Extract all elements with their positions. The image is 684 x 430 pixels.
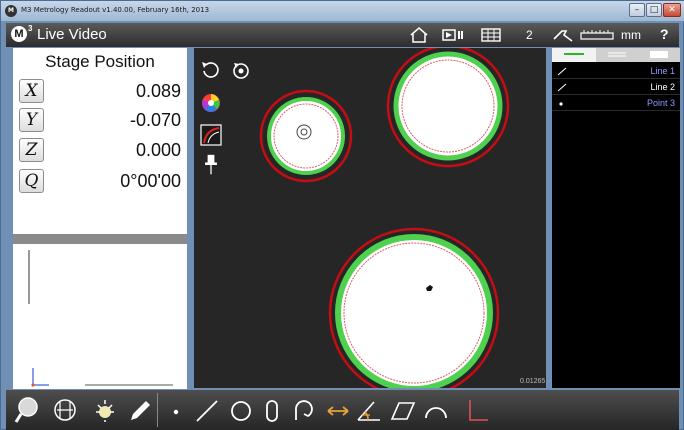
- part-view-preview[interactable]: [13, 244, 187, 389]
- axis-z-value: 0.000: [135, 140, 181, 160]
- feature-label: Line 1: [650, 66, 675, 76]
- stage-position-title: Stage Position: [45, 52, 155, 71]
- axis-x-button[interactable]: X: [19, 79, 44, 103]
- panel-splitter[interactable]: [13, 234, 187, 244]
- feature-label: Line 2: [650, 82, 675, 92]
- origin-tool-icon[interactable]: [464, 396, 490, 424]
- point-tool-icon[interactable]: [169, 396, 183, 424]
- axis-x-value: 0.089: [135, 81, 181, 101]
- magnifier-icon[interactable]: [14, 396, 40, 424]
- light-icon[interactable]: [92, 396, 118, 424]
- point-icon: [559, 102, 563, 106]
- axis-q-value: 0°00'00: [120, 171, 181, 191]
- page-title: Live Video: [37, 26, 107, 43]
- video-image[interactable]: 0.01265: [194, 44, 546, 399]
- arc-tool-icon[interactable]: [423, 396, 449, 424]
- home-icon[interactable]: [409, 27, 429, 43]
- slot-tool-icon[interactable]: [259, 396, 285, 424]
- axis-y-value: -0.070: [129, 110, 181, 130]
- axis-z-button[interactable]: Z: [19, 138, 44, 162]
- window-title: M3 Metrology Readout v1.40.00, February …: [21, 6, 210, 14]
- scale-label: 0.01265: [520, 378, 545, 385]
- arc-contour-icon[interactable]: [290, 396, 316, 424]
- feature-list-panel: Line 1 Line 2 Point 3: [552, 48, 680, 388]
- axis-q-button[interactable]: Q: [19, 169, 44, 193]
- angle-tool-icon[interactable]: [356, 396, 382, 424]
- close-button[interactable]: ✕: [663, 3, 681, 17]
- probe-icon[interactable]: [552, 27, 574, 43]
- help-button[interactable]: ?: [660, 26, 669, 42]
- list-tab[interactable]: [596, 48, 638, 62]
- app-window: M M3 Metrology Readout v1.40.00, Februar…: [0, 0, 684, 430]
- feature-list-tabs: [552, 48, 680, 62]
- parallelogram-tool-icon[interactable]: [390, 396, 416, 424]
- pencil-icon[interactable]: [127, 396, 153, 424]
- minimize-button[interactable]: –: [629, 3, 645, 17]
- axis-row-x: X 0.089: [19, 79, 185, 103]
- hole-3: [335, 234, 493, 392]
- color-wheel-icon[interactable]: [200, 92, 222, 114]
- window-titlebar[interactable]: M M3 Metrology Readout v1.40.00, Februar…: [1, 1, 684, 21]
- line-icon: [557, 67, 567, 76]
- hole-1: [267, 97, 345, 175]
- line-icon: [557, 83, 567, 92]
- ruler-icon[interactable]: [580, 27, 614, 43]
- hole-2: [393, 51, 503, 161]
- pin-icon[interactable]: [200, 154, 222, 176]
- app-toolbar: M 3 Live Video 2 mm ?: [6, 23, 679, 47]
- crosshair-icon[interactable]: [52, 396, 78, 424]
- measure-toolbar: [6, 390, 679, 430]
- table-icon[interactable]: [480, 27, 502, 43]
- toolbar-divider: [157, 393, 158, 427]
- edge-detect-icon[interactable]: [200, 124, 222, 146]
- units-label[interactable]: mm: [621, 28, 641, 42]
- rotate-left-icon[interactable]: [200, 59, 222, 81]
- feature-item-line-1[interactable]: Line 1: [552, 64, 680, 79]
- feature-count: 2: [526, 28, 533, 42]
- circle-tool-icon[interactable]: [228, 396, 254, 424]
- preview-origin: [31, 383, 35, 387]
- feature-item-line-2[interactable]: Line 2: [552, 80, 680, 95]
- feature-label: Point 3: [646, 98, 675, 108]
- app-icon: M: [5, 5, 17, 17]
- axis-row-z: Z 0.000: [19, 138, 185, 162]
- video-icon[interactable]: [442, 27, 464, 43]
- rotate-reset-icon[interactable]: [230, 59, 252, 81]
- axis-row-y: Y -0.070: [19, 108, 185, 132]
- m3-logo-superscript: 3: [28, 24, 33, 33]
- axis-row-q: Q 0°00'00: [19, 169, 185, 193]
- m3-logo: M: [11, 26, 27, 42]
- stage-position-panel: Stage Position X 0.089 Y -0.070 Z 0.000 …: [13, 48, 187, 234]
- distance-tool-icon[interactable]: [325, 396, 351, 424]
- maximize-button[interactable]: □: [646, 3, 662, 17]
- live-video-view[interactable]: 0.01265: [194, 44, 546, 399]
- feature-item-point-3[interactable]: Point 3: [552, 96, 680, 111]
- line-tool-icon[interactable]: [194, 396, 220, 424]
- axis-y-button[interactable]: Y: [19, 108, 44, 132]
